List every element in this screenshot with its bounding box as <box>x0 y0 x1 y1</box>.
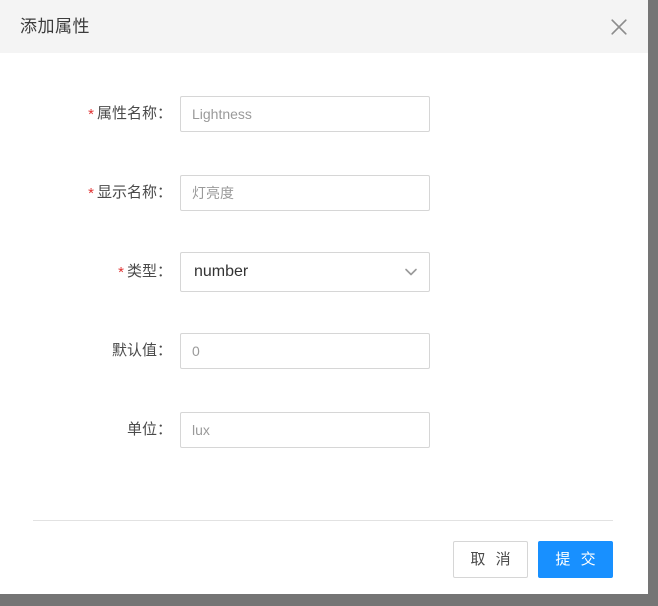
form-row-display-name: * 显示名称： <box>0 173 648 213</box>
dialog-footer: 取 消 提 交 <box>0 521 648 594</box>
add-attribute-dialog: 添加属性 *属性名称： *显示名称： <box>0 0 648 594</box>
chevron-down-icon[interactable] <box>403 253 419 291</box>
control-default-value <box>180 331 430 369</box>
cancel-button[interactable]: 取 消 <box>453 541 528 578</box>
label-text: 单位： <box>126 421 172 438</box>
form-row-unit: 单位： <box>0 410 648 450</box>
dialog-header: 添加属性 <box>0 0 648 53</box>
label-text: 显示名称： <box>96 184 172 201</box>
dialog-body: *属性名称： *显示名称： *类型： number <box>0 53 648 520</box>
type-select[interactable]: number <box>180 252 430 292</box>
form-row-type: * 类型： number <box>0 252 648 292</box>
label-display-name: * 显示名称： <box>0 173 172 213</box>
default-value-input[interactable] <box>180 333 430 369</box>
close-icon[interactable] <box>602 10 636 44</box>
submit-button[interactable]: 提 交 <box>538 541 613 578</box>
type-select-value: number <box>194 263 249 280</box>
label-text: 类型： <box>126 263 172 280</box>
label-attribute-name: * 属性名称： <box>0 94 172 134</box>
required-marker: * <box>118 264 124 281</box>
dialog-title: 添加属性 <box>20 17 90 36</box>
form-row-default-value: 默认值： <box>0 331 648 371</box>
label-text: 属性名称： <box>96 105 172 122</box>
control-attribute-name <box>180 94 430 132</box>
control-unit <box>180 410 430 448</box>
label-type: * 类型： <box>0 252 172 292</box>
control-type: number <box>180 252 430 292</box>
attribute-name-input[interactable] <box>180 96 430 132</box>
required-marker: * <box>88 185 94 202</box>
label-default-value: 默认值： <box>0 331 172 371</box>
unit-input[interactable] <box>180 412 430 448</box>
display-name-input[interactable] <box>180 175 430 211</box>
required-marker: * <box>88 106 94 123</box>
form-row-attribute-name: * 属性名称： <box>0 94 648 134</box>
control-display-name <box>180 173 430 211</box>
label-text: 默认值： <box>111 342 172 359</box>
label-unit: 单位： <box>0 410 172 450</box>
